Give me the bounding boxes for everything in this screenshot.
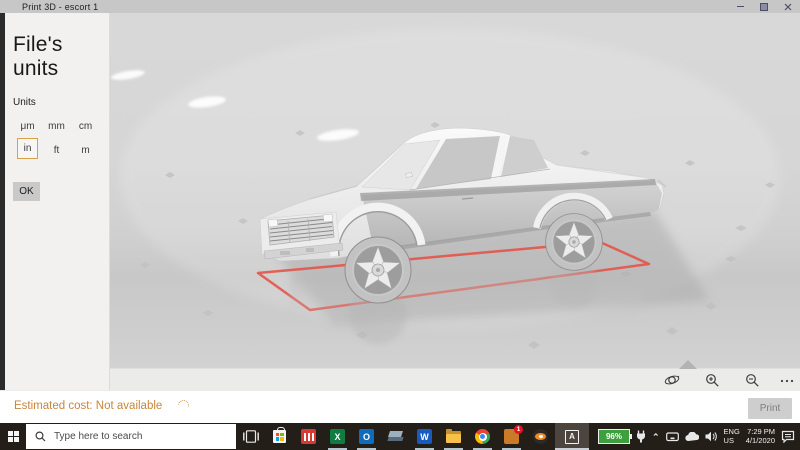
taskbar-app-microsoft-store[interactable]	[265, 423, 294, 450]
taskbar-app-task-view[interactable]	[236, 423, 265, 450]
taskbar-app-blender[interactable]	[526, 423, 555, 450]
orbit-view-icon	[664, 375, 680, 385]
windows-logo-icon	[7, 431, 19, 442]
onedrive-cloud-icon[interactable]	[684, 431, 699, 442]
file-units-panel: File's units Units μm mm cm in ft m OK	[5, 13, 110, 390]
device-icon[interactable]	[665, 431, 679, 442]
title-bar: Print 3D - escort 1	[0, 0, 800, 13]
taskbar-app-print3d-active[interactable]: A	[555, 423, 589, 450]
language-indicator[interactable]: ENG US	[723, 427, 740, 445]
zoom-in-icon	[705, 373, 719, 387]
minimize-button[interactable]	[728, 0, 752, 13]
zoom-out-button[interactable]	[742, 372, 762, 388]
start-button[interactable]	[0, 423, 26, 450]
chrome-icon	[475, 429, 490, 444]
unit-option-ft[interactable]: ft	[42, 138, 71, 162]
date-text: 4/1/2020	[745, 435, 775, 445]
more-options-icon	[780, 379, 794, 382]
search-input[interactable]	[52, 430, 216, 443]
zoom-in-button[interactable]	[702, 372, 722, 388]
taskbar-app-red-stripes[interactable]	[294, 423, 323, 450]
system-tray: 96% ⌃ ENG US 7:29 PM 4/1/2020	[597, 423, 800, 450]
unit-option-m[interactable]: m	[71, 138, 100, 162]
units-label: Units	[13, 97, 36, 108]
microsoft-store-icon	[273, 427, 286, 443]
maximize-icon	[760, 2, 768, 11]
close-icon	[784, 3, 792, 10]
minimize-icon	[736, 5, 744, 8]
3d-viewport[interactable]	[110, 13, 800, 368]
hidden-icons-chevron[interactable]: ⌃	[652, 432, 660, 442]
unit-option-mm[interactable]: mm	[42, 114, 71, 138]
orbit-view-button[interactable]	[662, 372, 682, 388]
taskbar-app-outlook[interactable]: O	[352, 423, 381, 450]
front-wheel	[344, 236, 412, 304]
taskbar-app-file-explorer[interactable]	[439, 423, 468, 450]
print-button[interactable]: Print	[748, 398, 792, 419]
language-line2: US	[723, 435, 734, 445]
ok-button[interactable]: OK	[13, 182, 40, 201]
taskbar-app-chrome[interactable]	[468, 423, 497, 450]
taskbar-app-3d-builder[interactable]	[381, 423, 410, 450]
taskbar-search[interactable]	[26, 424, 236, 449]
rear-wheel	[545, 213, 603, 271]
action-center-icon[interactable]	[781, 430, 795, 443]
power-plug-icon[interactable]	[636, 430, 646, 443]
print3d-window: Print 3D - escort 1 File's units Units μ…	[0, 0, 800, 450]
close-button[interactable]	[776, 0, 800, 13]
3d-builder-icon	[387, 429, 404, 444]
unit-option-um[interactable]: μm	[13, 114, 42, 138]
red-stripes-icon	[301, 429, 316, 444]
status-bar: Estimated cost: Not available Print	[0, 390, 800, 423]
panel-heading: File's units	[13, 33, 63, 80]
clock[interactable]: 7:29 PM 4/1/2020	[745, 427, 775, 445]
unit-option-cm[interactable]: cm	[71, 114, 100, 138]
more-options-button[interactable]	[777, 372, 797, 388]
file-explorer-icon	[446, 428, 461, 443]
taskbar-app-orange[interactable]: 1	[497, 423, 526, 450]
zoom-out-icon	[745, 373, 759, 387]
taskbar-app-excel[interactable]: X	[323, 423, 352, 450]
word-icon: W	[417, 429, 432, 444]
maximize-button[interactable]	[752, 0, 776, 13]
battery-indicator[interactable]: 96%	[597, 429, 632, 444]
unit-option-in-selected[interactable]: in	[17, 138, 38, 159]
viewport-toolbar	[110, 360, 800, 390]
speaker-icon[interactable]	[705, 431, 718, 442]
windows-taskbar: X O W 1 A	[0, 423, 800, 450]
blender-icon	[533, 429, 548, 444]
outlook-icon: O	[359, 429, 374, 444]
notification-badge: 1	[514, 425, 523, 434]
loading-spinner-icon	[175, 397, 192, 414]
task-view-icon	[242, 430, 259, 443]
excel-icon: X	[330, 429, 345, 444]
collapse-toolbar-caret[interactable]	[679, 360, 697, 369]
orange-app-icon: 1	[504, 425, 523, 444]
unit-options: μm mm cm in ft m	[13, 114, 109, 162]
search-icon	[35, 431, 46, 442]
estimated-cost-text: Estimated cost: Not available	[14, 400, 163, 412]
window-title: Print 3D - escort 1	[22, 1, 99, 12]
taskbar-app-word[interactable]: W	[410, 423, 439, 450]
3d-scene	[111, 28, 780, 349]
print3d-icon: A	[565, 429, 579, 444]
